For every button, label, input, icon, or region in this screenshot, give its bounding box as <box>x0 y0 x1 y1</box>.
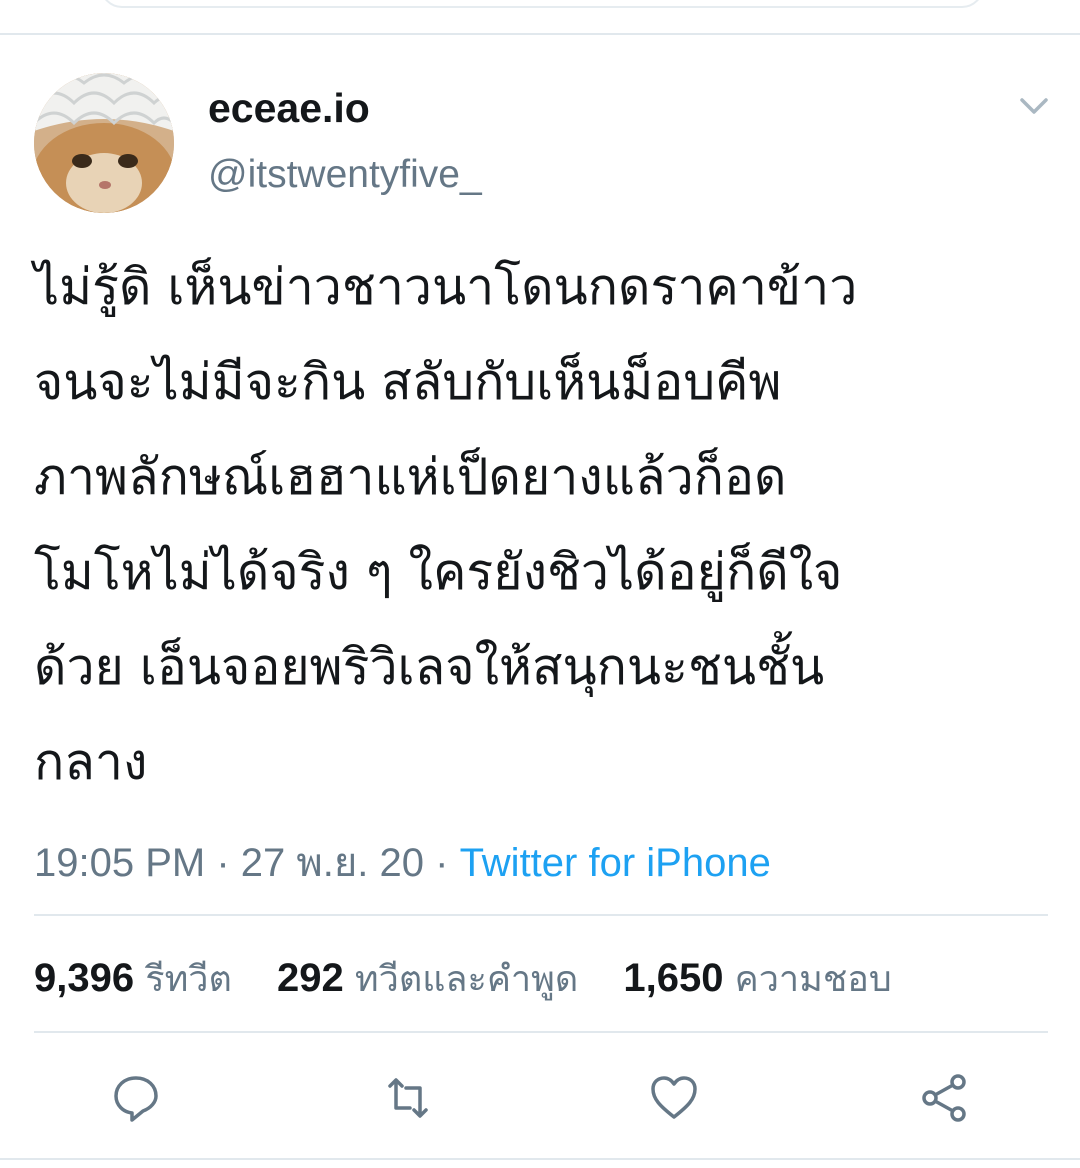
bottom-divider <box>0 1158 1080 1160</box>
tweet-date[interactable]: 27 พ.ย. 20 <box>241 841 424 885</box>
quotes-label: ทวีตและคำพูด <box>354 959 579 1000</box>
avatar-image <box>34 73 174 213</box>
meta-separator: · <box>424 841 460 885</box>
reply-icon[interactable] <box>108 1070 164 1126</box>
stats-bottom-divider <box>34 1031 1048 1033</box>
tweet-stats: 9,396 รีทวีต 292 ทวีตและคำพูด 1,650 ความ… <box>34 950 926 1007</box>
display-name[interactable]: eceae.io <box>208 85 370 132</box>
tweet-source-link[interactable]: Twitter for iPhone <box>460 841 771 885</box>
likes-label: ความชอบ <box>734 959 892 1000</box>
tweet-time: 19:05 PM <box>34 841 206 885</box>
share-icon[interactable] <box>916 1070 972 1126</box>
meta-separator: · <box>205 841 241 885</box>
heart-icon[interactable] <box>646 1070 702 1126</box>
quotes-count: 292 <box>277 956 344 1000</box>
top-divider <box>0 33 1080 35</box>
chevron-down-icon[interactable] <box>1014 92 1054 122</box>
retweets-count: 9,396 <box>34 956 135 1000</box>
stats-top-divider <box>34 914 1048 916</box>
quotes-stat[interactable]: 292 ทวีตและคำพูด <box>277 956 589 1000</box>
retweets-stat[interactable]: 9,396 รีทวีต <box>34 956 243 1000</box>
tweet-text: ไม่รู้ดิ เห็นข่าวชาวนาโดนกดราคาข้าว จนจะ… <box>34 258 858 791</box>
avatar[interactable] <box>34 73 174 213</box>
retweet-icon[interactable] <box>380 1070 436 1126</box>
search-bar-remnant <box>100 0 984 8</box>
likes-count: 1,650 <box>623 956 724 1000</box>
user-handle[interactable]: @itstwentyfive_ <box>208 153 482 197</box>
likes-stat[interactable]: 1,650 ความชอบ <box>623 956 891 1000</box>
tweet-meta: 19:05 PM · 27 พ.ย. 20 · Twitter for iPho… <box>34 830 771 894</box>
retweets-label: รีทวีต <box>145 959 232 1000</box>
